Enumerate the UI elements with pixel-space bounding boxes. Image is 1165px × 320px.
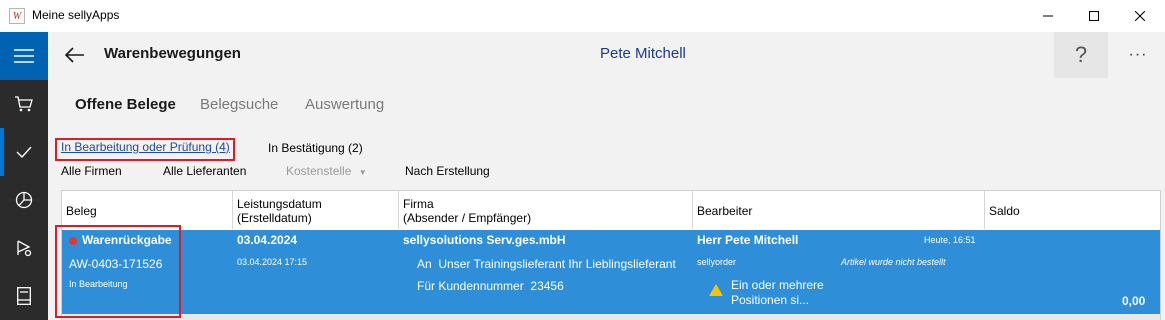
- warning-text: Ein oder mehrere Positionen si...: [731, 278, 824, 307]
- sidebar-item-routing[interactable]: [0, 224, 48, 272]
- column-header-date-line1: Leistungsdatum: [237, 197, 322, 211]
- edited-time: Heute, 16:51: [924, 235, 976, 245]
- title-bar: W Meine sellyApps: [0, 0, 1165, 32]
- page-header: Warenbewegungen Pete Mitchell ? ···: [48, 32, 1165, 78]
- sidebar-item-cart[interactable]: [0, 80, 48, 128]
- sidebar-item-checks[interactable]: [0, 128, 48, 176]
- sidebar-item-catalog[interactable]: [0, 272, 48, 320]
- help-button[interactable]: ?: [1054, 32, 1108, 78]
- column-header-saldo-label: Saldo: [989, 204, 1020, 218]
- table-row[interactable]: Warenrückgabe AW-0403-171526 In Bearbeit…: [62, 230, 1160, 314]
- recipient-value: Unser Trainingslieferant Ihr Lieblingsli…: [438, 257, 676, 271]
- column-header-saldo[interactable]: Saldo: [985, 191, 1160, 229]
- sort-selector[interactable]: Nach Erstellung: [405, 164, 490, 178]
- column-header-bearbeiter[interactable]: Bearbeiter: [693, 191, 985, 229]
- recipient: An Unser Trainingslieferant Ihr Liebling…: [417, 257, 676, 271]
- customer-number: Für Kundennummer 23456: [417, 279, 564, 293]
- service-date: 03.04.2024: [237, 233, 298, 247]
- close-button[interactable]: [1117, 0, 1163, 32]
- column-header-firma-line1: Firma: [403, 197, 434, 211]
- minimize-button[interactable]: [1025, 0, 1071, 32]
- customer-number-label: Für Kundennummer: [417, 279, 524, 293]
- window-title: Meine sellyApps: [32, 8, 120, 22]
- created-date: 03.04.2024 17:15: [237, 257, 308, 267]
- arrow-left-icon: [65, 47, 84, 63]
- column-header-date-line2: (Erstelldatum): [237, 211, 312, 225]
- book-icon: [17, 287, 31, 305]
- user-name[interactable]: Pete Mitchell: [600, 45, 686, 62]
- routing-icon: [17, 240, 32, 257]
- saldo-value: 0,00: [1122, 294, 1146, 308]
- editor-app: sellyorder: [697, 257, 737, 267]
- app-icon: W: [9, 8, 25, 24]
- maximize-button[interactable]: [1071, 0, 1117, 32]
- more-options-button[interactable]: ···: [1114, 32, 1162, 78]
- tab-auswertung[interactable]: Auswertung: [305, 96, 384, 113]
- checkmark-icon: [16, 146, 32, 158]
- editor-name: Herr Pete Mitchell: [697, 233, 799, 247]
- hamburger-menu-icon: [14, 49, 34, 63]
- recipient-label: An: [417, 257, 432, 271]
- filter-firmen[interactable]: Alle Firmen: [61, 164, 122, 178]
- pie-chart-icon: [15, 191, 33, 209]
- hamburger-menu-button[interactable]: [0, 32, 48, 80]
- tab-offene-belege[interactable]: Offene Belege: [75, 96, 176, 113]
- column-header-beleg[interactable]: Beleg: [62, 191, 233, 229]
- close-icon: [1135, 11, 1145, 21]
- filter-in-bestaetigung[interactable]: In Bestätigung (2): [268, 141, 363, 155]
- tab-bar: Offene Belege Belegsuche Auswertung: [48, 78, 1165, 128]
- minimize-icon: [1043, 15, 1053, 17]
- filter-lieferanten[interactable]: Alle Lieferanten: [163, 164, 246, 178]
- sidebar-item-reports[interactable]: [0, 176, 48, 224]
- column-header-beleg-label: Beleg: [66, 204, 97, 218]
- customer-number-value: 23456: [530, 279, 564, 293]
- row-note: Artikel wurde nicht bestellt: [841, 257, 946, 267]
- column-header-firma-line2: (Absender / Empfänger): [403, 211, 532, 225]
- tab-belegsuche[interactable]: Belegsuche: [200, 96, 278, 113]
- back-button[interactable]: [56, 36, 94, 74]
- chevron-down-icon: ▼: [358, 168, 367, 177]
- content-area: In Bearbeitung oder Prüfung (4) In Bestä…: [48, 128, 1165, 320]
- filter-kostenstelle-label: Kostenstelle: [286, 164, 352, 178]
- filter-kostenstelle[interactable]: Kostenstelle ▼: [286, 164, 367, 178]
- column-header-firma[interactable]: Firma (Absender / Empfänger): [399, 191, 693, 229]
- sidebar: [0, 32, 48, 320]
- page-title: Warenbewegungen: [104, 45, 241, 62]
- maximize-icon: [1089, 11, 1099, 21]
- company-name: sellysolutions Serv.ges.mbH: [403, 233, 566, 247]
- cart-icon: [15, 96, 33, 112]
- warning-icon: [709, 284, 723, 296]
- highlight-box: [55, 138, 235, 161]
- documents-table: Beleg Leistungsdatum (Erstelldatum) Firm…: [61, 190, 1161, 320]
- highlight-box: [55, 225, 181, 318]
- column-header-bearbeiter-label: Bearbeiter: [697, 204, 753, 218]
- column-header-leistungsdatum[interactable]: Leistungsdatum (Erstelldatum): [233, 191, 399, 229]
- horizontal-scrollbar[interactable]: [62, 314, 1160, 320]
